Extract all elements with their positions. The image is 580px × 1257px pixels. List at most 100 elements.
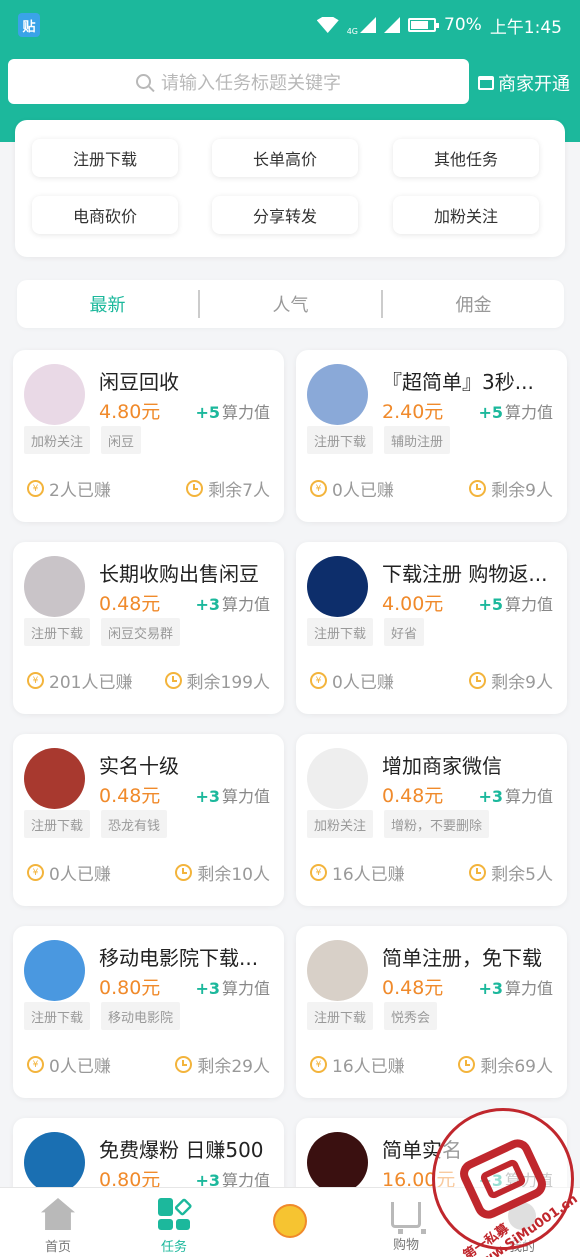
earned-count: ¥0人已赚: [27, 1052, 111, 1077]
earned-text: 16人已赚: [332, 865, 405, 885]
coin-icon: ¥: [310, 480, 327, 497]
category-button[interactable]: 长单高价: [212, 139, 358, 177]
earned-count: ¥0人已赚: [27, 860, 111, 885]
power-value: +3算力值: [195, 591, 270, 615]
task-card[interactable]: 长期收购出售闲豆 0.48元 +3 算力值 注册下载 闲豆交易群 ¥201人已赚 剩余199人: [13, 542, 284, 714]
remaining-text: 剩余199人: [186, 673, 270, 693]
task-card[interactable]: 增加商家微信 0.48元 +3 算力值 加粉关注 增粉，不要删除 ¥16人已赚 剩余5人: [296, 734, 567, 906]
nav-tasks[interactable]: 任务: [116, 1188, 232, 1257]
power-unit: 算力值: [221, 403, 270, 422]
power-value: +5 算力值: [478, 591, 553, 615]
tab-commission[interactable]: 佣金: [383, 291, 564, 317]
nav-label: 任务: [160, 1240, 187, 1255]
clock-icon: [175, 864, 193, 881]
task-avatar: [307, 748, 368, 809]
remaining-count: 剩余69人: [458, 1052, 553, 1077]
task-tag: 增粉，不要删除: [384, 810, 490, 838]
remaining-count: 剩余7人: [186, 476, 270, 501]
earned-text: 201人已赚: [49, 673, 133, 693]
category-button[interactable]: 电商砍价: [32, 196, 178, 234]
mascot-icon: [273, 1204, 307, 1238]
coin-icon: ¥: [27, 672, 44, 689]
search-input[interactable]: 请输入任务标题关键字: [8, 59, 469, 104]
nav-label: 购物: [392, 1238, 419, 1253]
earned-text: 0人已赚: [49, 1057, 111, 1077]
task-tag: 恐龙有钱: [101, 810, 168, 838]
task-title: 下载注册 购物返...: [382, 562, 548, 586]
home-icon: [41, 1198, 75, 1230]
category-button[interactable]: 加粉关注: [393, 196, 539, 234]
task-avatar: [24, 556, 85, 617]
category-button[interactable]: 注册下载: [32, 139, 178, 177]
merchant-label: 商家开通: [498, 74, 570, 95]
power-bonus: +3: [195, 787, 220, 806]
network-type: 4G: [346, 26, 359, 36]
coin-icon: ¥: [27, 864, 44, 881]
remaining-count: 剩余9人: [469, 476, 553, 501]
status-bar: 贴 4G 70% 上午1:45: [0, 0, 580, 50]
remaining-text: 剩余7人: [208, 481, 270, 501]
power-unit: 算力值: [504, 403, 553, 422]
power-value: +5 算力值: [195, 399, 270, 423]
task-title: 免费爆粉 日赚500: [99, 1138, 264, 1162]
task-price: 2.40元: [382, 401, 444, 423]
search-icon: [136, 74, 151, 89]
task-tag: 闲豆: [101, 426, 142, 454]
task-card[interactable]: 闲豆回收 4.80元 +5 算力值 加粉关注 闲豆 ¥2人已赚 剩余7人: [13, 350, 284, 522]
power-value: +3算力值: [195, 975, 270, 999]
category-panel: 注册下载 长单高价 其他任务 电商砍价 分享转发 加粉关注: [15, 120, 565, 257]
tab-popularity[interactable]: 人气: [200, 291, 381, 317]
earned-text: 0人已赚: [332, 673, 394, 693]
power-unit: 算力值: [221, 595, 270, 614]
remaining-text: 剩余5人: [491, 865, 553, 885]
coin-icon: ¥: [27, 1056, 44, 1073]
task-tag: 注册下载: [24, 1002, 91, 1030]
remaining-text: 剩余29人: [197, 1057, 270, 1077]
task-tag: 移动电影院: [101, 1002, 181, 1030]
remaining-count: 剩余5人: [469, 860, 553, 885]
power-value: +5 算力值: [478, 399, 553, 423]
merchant-open-button[interactable]: 商家开通: [478, 70, 570, 96]
power-bonus: +3: [195, 979, 220, 998]
power-value: +3算力值: [195, 783, 270, 807]
task-title: 实名十级: [99, 754, 179, 778]
category-button[interactable]: 分享转发: [212, 196, 358, 234]
task-card[interactable]: 『超简单』3秒... 2.40元 +5 算力值 注册下载 辅助注册 ¥0人已赚 剩余9人: [296, 350, 567, 522]
task-avatar: [24, 1132, 85, 1193]
tab-latest[interactable]: 最新: [17, 291, 198, 317]
earned-count: ¥16人已赚: [310, 860, 405, 885]
clock-icon: [164, 672, 182, 689]
task-price: 0.48元: [382, 977, 444, 999]
nav-mascot[interactable]: [232, 1188, 348, 1257]
task-tag: 加粉关注: [307, 810, 374, 838]
task-card[interactable]: 实名十级 0.48元 +3 算力值 注册下载 恐龙有钱 ¥0人已赚 剩余10人: [13, 734, 284, 906]
task-avatar: [24, 364, 85, 425]
power-bonus: +3: [478, 979, 503, 998]
power-unit: 算力值: [221, 979, 270, 998]
clock-icon: [469, 864, 487, 881]
task-title: 长期收购出售闲豆: [99, 562, 259, 586]
remaining-text: 剩余9人: [491, 481, 553, 501]
task-avatar: [307, 940, 368, 1001]
nav-home[interactable]: 首页: [0, 1188, 116, 1257]
earned-text: 16人已赚: [332, 1057, 405, 1077]
power-bonus: +5: [478, 403, 503, 422]
wifi-icon: [316, 17, 339, 33]
task-avatar: [307, 364, 368, 425]
task-tag: 悦秀会: [384, 1002, 438, 1030]
clock-icon: [186, 480, 204, 497]
earned-count: ¥201人已赚: [27, 668, 132, 693]
earned-text: 2人已赚: [49, 481, 111, 501]
coin-icon: ¥: [27, 480, 44, 497]
clock-icon: [175, 1056, 193, 1073]
power-bonus: +5: [195, 403, 220, 422]
task-tag: 注册下载: [307, 1002, 374, 1030]
category-button[interactable]: 其他任务: [393, 139, 539, 177]
task-card[interactable]: 移动电影院下载... 0.80元 +3 算力值 注册下载 移动电影院 ¥0人已赚 剩余29人: [13, 926, 284, 1098]
task-tag: 好省: [384, 618, 425, 646]
task-card[interactable]: 简单注册，免下载 0.48元 +3 算力值 注册下载 悦秀会 ¥16人已赚 剩余69人: [296, 926, 567, 1098]
task-card[interactable]: 下载注册 购物返... 4.00元 +5 算力值 注册下载 好省 ¥0人已赚 剩余9人: [296, 542, 567, 714]
remaining-count: 剩余10人: [175, 860, 270, 885]
sort-tabs: 最新 人气 佣金: [17, 280, 564, 328]
task-avatar: [307, 556, 368, 617]
